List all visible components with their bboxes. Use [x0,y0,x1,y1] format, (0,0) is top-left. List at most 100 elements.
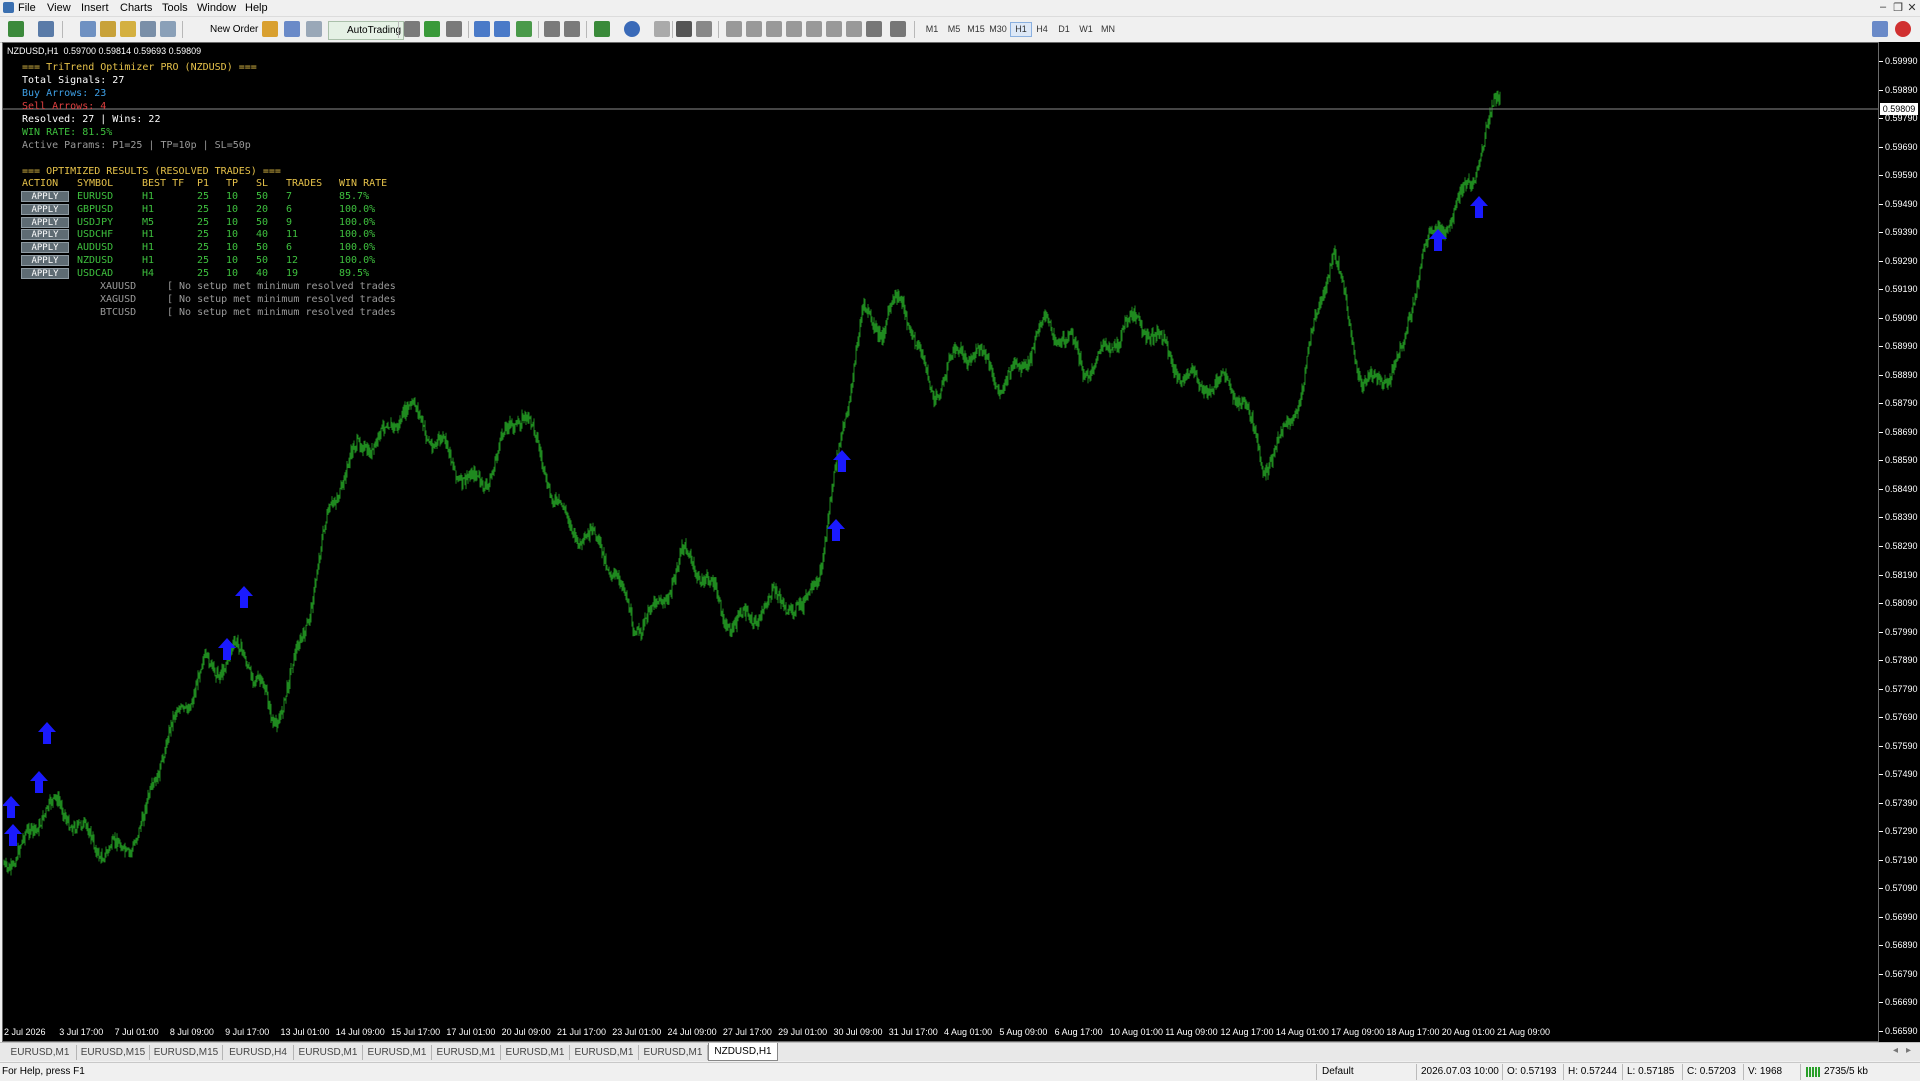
cursor-icon[interactable] [676,21,692,37]
chart-shift-icon[interactable] [564,21,580,37]
chart-tab[interactable]: EURUSD,M1 [294,1045,363,1060]
periods-icon[interactable] [624,21,640,37]
price-label: 0.57090 [1885,883,1918,894]
time-label: 11 Aug 09:00 [1165,1027,1218,1037]
auto-scroll-icon[interactable] [544,21,560,37]
apply-button-gbpusd[interactable]: APPLY [21,203,69,215]
price-axis[interactable]: 0.59990 0.59890 0.59790 0.59690 0.59590 0.594… [1879,42,1920,1042]
rectangle-icon[interactable] [866,21,882,37]
timeframe-h1[interactable]: H1 [1010,22,1032,37]
chart-area[interactable]: NZDUSD,H1 0.59700 0.59814 0.59693 0.5980… [2,42,1879,1042]
time-label: 24 Jul 09:00 [667,1027,717,1037]
navigator-icon[interactable] [120,21,136,37]
market-icon[interactable] [306,21,322,37]
line-chart-icon[interactable] [446,21,462,37]
timeframe-m15[interactable]: M15 [966,22,986,37]
vertical-line-icon[interactable] [726,21,742,37]
crosshair-icon[interactable] [696,21,712,37]
chart-tab[interactable]: EURUSD,M15 [77,1045,150,1060]
price-label: 0.57490 [1885,769,1918,780]
chart-tab[interactable]: EURUSD,M1 [363,1045,432,1060]
no-setup-symbol: BTCUSD [100,306,137,318]
notification-icon[interactable] [1895,21,1911,37]
bar-chart-icon[interactable] [404,21,420,37]
row-win-rate: 100.0% [339,255,376,266]
chart-tab[interactable]: EURUSD,M1 [432,1045,501,1060]
new-chart-icon[interactable] [8,21,24,37]
timeframe-m30[interactable]: M30 [988,22,1008,37]
close-icon[interactable]: ✕ [1905,1,1919,14]
apply-button-usdjpy[interactable]: APPLY [21,216,69,228]
tab-scroll-right-icon[interactable]: ▸ [1906,1045,1911,1056]
chart-tab[interactable]: EURUSD,M15 [150,1045,223,1060]
strategy-tester-icon[interactable] [160,21,176,37]
chart-tab[interactable]: EURUSD,H4 [223,1045,294,1060]
terminal-icon[interactable] [140,21,156,37]
text-icon[interactable] [826,21,842,37]
templates-icon[interactable] [654,21,670,37]
col-trades: TRADES [286,178,323,189]
chart-tab[interactable]: EURUSD,M1 [639,1045,708,1060]
signals-icon[interactable] [284,21,300,37]
row-symbol: EURUSD [77,191,114,202]
menu-help[interactable]: Help [245,2,268,14]
menu-file[interactable]: File [18,2,36,14]
price-label: 0.58290 [1885,541,1918,551]
time-axis[interactable]: 2 Jul 2026 3 Jul 17:00 7 Jul 01:00 8 Jul 09… [2,1025,1879,1041]
time-label: 3 Jul 17:00 [59,1027,104,1037]
price-tick [1879,888,1883,890]
search-icon[interactable] [1872,21,1888,37]
tab-scroll-left-icon[interactable]: ◂ [1893,1045,1898,1056]
row-symbol: AUDUSD [77,242,114,254]
restore-icon[interactable]: ❐ [1891,1,1905,14]
tile-windows-icon[interactable] [516,21,532,37]
zoom-in-icon[interactable] [474,21,490,37]
chart-tab[interactable]: EURUSD,M1 [570,1045,639,1060]
apply-button-nzdusd[interactable]: APPLY [21,255,69,266]
timeframe-d1[interactable]: D1 [1054,22,1074,37]
menu-tools[interactable]: Tools [162,2,188,14]
minimize-icon[interactable]: – [1876,1,1890,13]
row-p1: 25 [197,255,210,266]
apply-button-usdchf[interactable]: APPLY [21,229,69,241]
timeframe-mn[interactable]: MN [1098,22,1118,37]
text-label-icon[interactable] [846,21,862,37]
candlestick-icon[interactable] [424,21,440,37]
metaeditor-icon[interactable] [262,21,278,37]
apply-button-eurusd[interactable]: APPLY [21,191,69,202]
buy-arrow-icon [4,824,22,846]
price-label: 0.58690 [1885,426,1918,437]
horizontal-line-icon[interactable] [746,21,762,37]
trendline-icon[interactable] [766,21,782,37]
time-label: 17 Jul 01:00 [446,1027,496,1037]
menu-insert[interactable]: Insert [81,2,109,14]
profiles-icon[interactable] [38,21,54,37]
price-tick [1879,61,1883,62]
arrows-icon[interactable] [890,21,906,37]
menu-view[interactable]: View [47,2,71,14]
col-win-rate: WIN RATE [339,178,388,189]
chart-tab[interactable]: NZDUSD,H1 [708,1043,778,1061]
chart-info-line: NZDUSD,H1 0.59700 0.59814 0.59693 0.5980… [7,46,202,56]
timeframe-m5[interactable]: M5 [944,22,964,37]
apply-button-audusd[interactable]: APPLY [21,242,69,254]
menu-charts[interactable]: Charts [120,2,152,14]
indicators-icon[interactable] [594,21,610,37]
row-sl: 50 [256,191,269,202]
apply-button-usdcad[interactable]: APPLY [21,267,69,279]
zoom-out-icon[interactable] [494,21,510,37]
autotrading-button[interactable]: AutoTrading [328,21,405,40]
connection-status-icon[interactable] [1806,1067,1820,1077]
fibonacci-icon[interactable] [806,21,822,37]
data-window-icon[interactable] [100,21,116,37]
new-order-button[interactable]: New Order [192,21,258,38]
timeframe-m1[interactable]: M1 [922,22,942,37]
equidistant-channel-icon[interactable] [786,21,802,37]
menu-window[interactable]: Window [197,2,236,14]
price-tick [1879,945,1883,947]
chart-tab[interactable]: EURUSD,M1 [501,1045,570,1060]
timeframe-h4[interactable]: H4 [1032,22,1052,37]
market-watch-icon[interactable] [80,21,96,37]
chart-tab[interactable]: EURUSD,M1 [4,1045,77,1060]
timeframe-w1[interactable]: W1 [1076,22,1096,37]
